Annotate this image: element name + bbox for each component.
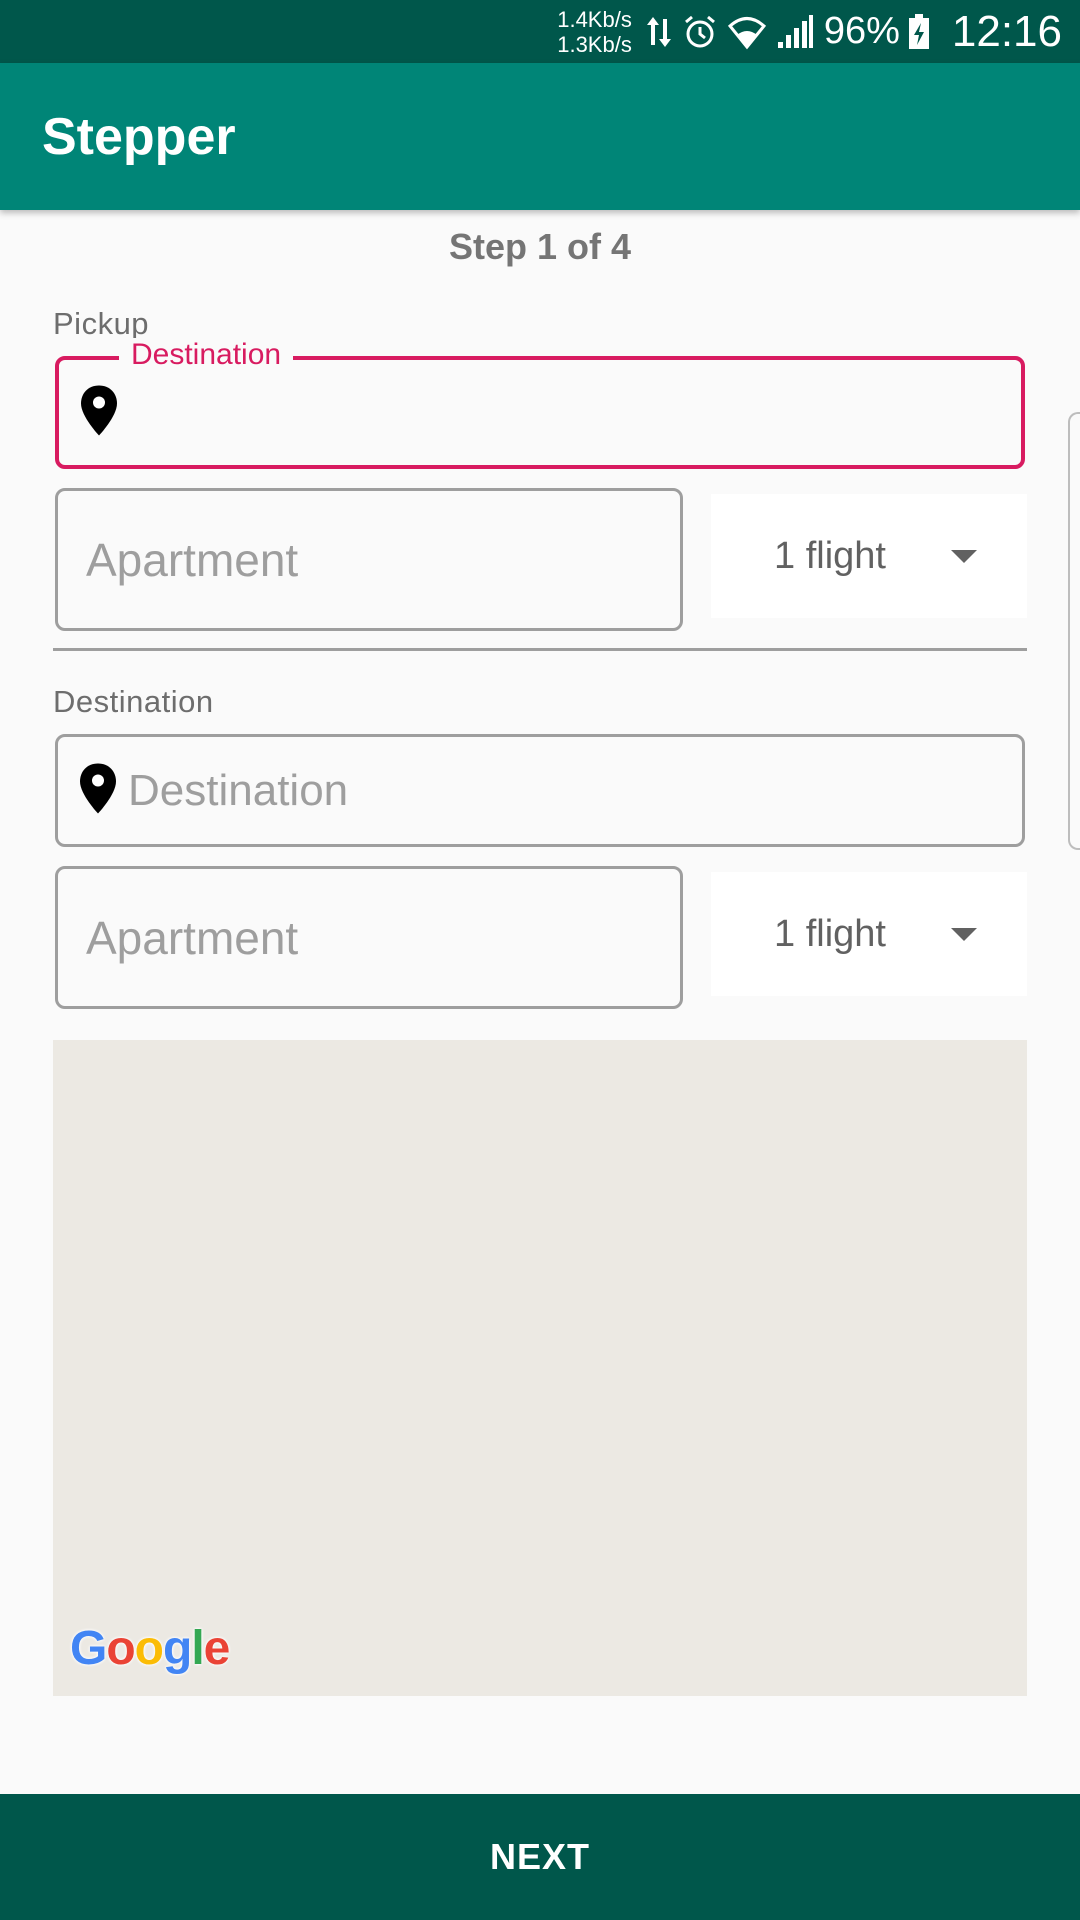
destination-apartment-field[interactable]: Apartment <box>55 866 683 1009</box>
dropdown-arrow-icon <box>951 927 977 941</box>
section-divider <box>53 648 1027 651</box>
google-logo: Google <box>70 1621 231 1676</box>
wifi-icon <box>727 13 766 51</box>
destination-address-placeholder: Destination <box>128 765 349 815</box>
pickup-destination-floating-label: Destination <box>119 338 294 372</box>
signal-icon <box>776 14 814 50</box>
destination-flight-value: 1 flight <box>774 912 886 955</box>
data-transfer-icon <box>646 15 672 49</box>
google-logo-letter: e <box>203 1622 231 1675</box>
map-view[interactable]: Google <box>53 1040 1027 1696</box>
network-speed: 1.4Kb/s 1.3Kb/s <box>557 7 632 57</box>
pickup-apartment-field[interactable]: Apartment <box>55 488 683 631</box>
step-indicator: Step 1 of 4 <box>448 226 632 267</box>
destination-section-label: Destination <box>53 684 214 719</box>
pickup-flight-select[interactable]: 1 flight <box>711 494 1027 618</box>
next-button[interactable]: NEXT <box>0 1794 1080 1920</box>
google-logo-letter: o <box>134 1622 164 1675</box>
clock: 12:16 <box>951 6 1062 56</box>
app-bar: Stepper <box>0 63 1080 210</box>
google-logo-letter: g <box>163 1622 192 1675</box>
network-upload-speed: 1.4Kb/s <box>557 6 632 32</box>
battery-charging-icon <box>908 13 930 50</box>
google-logo-letter: G <box>70 1622 107 1675</box>
next-button-label: NEXT <box>489 1836 590 1877</box>
destination-flight-select[interactable]: 1 flight <box>711 872 1027 996</box>
battery-percentage: 96% <box>823 10 900 52</box>
alarm-icon <box>682 14 718 50</box>
network-download-speed: 1.3Kb/s <box>557 31 632 57</box>
pickup-flight-value: 1 flight <box>774 534 886 577</box>
pickup-destination-field[interactable]: Destination <box>55 338 1025 469</box>
pickup-section-label: Pickup <box>53 306 150 341</box>
side-scroll-edge <box>1068 412 1080 850</box>
app-title: Stepper <box>42 107 236 166</box>
location-pin-icon <box>79 383 119 442</box>
destination-address-field[interactable]: Destination <box>55 734 1025 847</box>
google-logo-letter: o <box>106 1622 135 1675</box>
google-logo-letter: l <box>191 1622 204 1675</box>
dropdown-arrow-icon <box>951 549 977 563</box>
status-bar: 1.4Kb/s 1.3Kb/s 96% 12:16 <box>0 0 1080 63</box>
location-pin-icon <box>78 761 118 820</box>
